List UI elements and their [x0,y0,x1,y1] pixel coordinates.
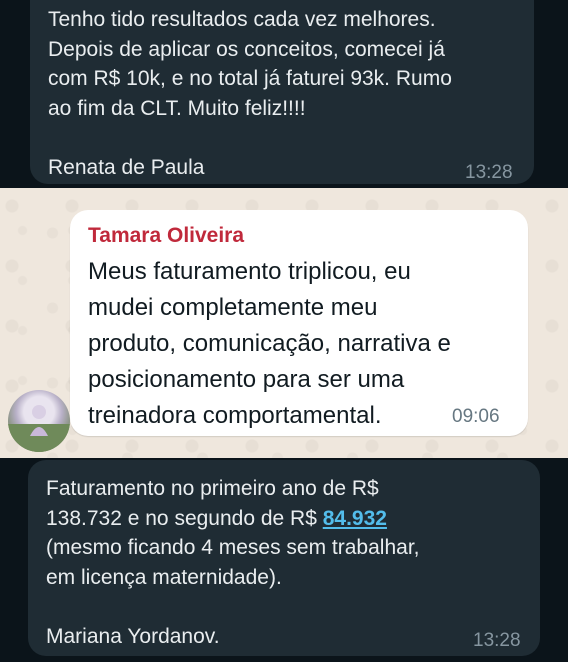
avatar[interactable] [8,390,70,452]
message-text: Tenho tido resultados cada vez melhores.… [48,8,452,179]
message-text: Faturamento no primeiro ano de R$ 138.73… [46,474,536,651]
middle-chat-panel: Tamara Oliveira Meus faturamento triplic… [0,188,568,458]
sender-name[interactable]: Tamara Oliveira [88,224,244,248]
revenue-link[interactable]: 84.932 [323,507,387,530]
message-time: 09:06 [452,406,500,427]
message-bubble-tamara[interactable]: Tamara Oliveira Meus faturamento triplic… [70,210,528,436]
message-time: 13:28 [465,162,513,183]
message-text-after-link: (mesmo ficando 4 meses sem trabalhar, em… [46,536,420,648]
message-time: 13:28 [473,630,521,651]
message-bubble-renata[interactable]: Tenho tido resultados cada vez melhores.… [30,0,534,184]
message-bubble-mariana[interactable]: Faturamento no primeiro ano de R$ 138.73… [28,460,540,656]
top-chat-panel: Tenho tido resultados cada vez melhores.… [0,0,568,188]
bottom-chat-panel: Faturamento no primeiro ano de R$ 138.73… [0,458,568,662]
